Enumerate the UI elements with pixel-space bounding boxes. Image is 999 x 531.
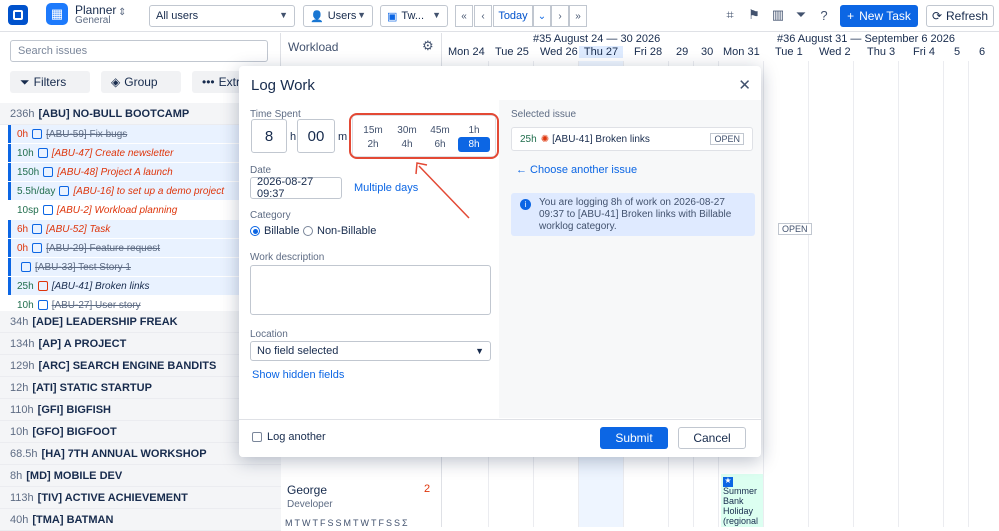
user-icon: 👤 xyxy=(310,10,324,23)
focus-icon[interactable]: ⌗ xyxy=(721,6,739,24)
filter-icon[interactable]: ⏷ xyxy=(792,6,810,24)
status-badge: OPEN xyxy=(778,223,812,235)
view-select[interactable]: ▣ Tw... ▼ xyxy=(380,5,448,27)
hours-unit: h xyxy=(290,131,297,143)
close-icon[interactable]: ✕ xyxy=(738,76,751,94)
minutes-input[interactable]: 00 xyxy=(297,119,335,153)
more-icon: ••• xyxy=(202,75,215,89)
day-header: 6 xyxy=(979,46,986,58)
info-message: i You are logging 8h of work on 2026-08-… xyxy=(511,193,755,236)
prev-icon[interactable]: ‹ xyxy=(474,5,492,27)
day-header: Fri 28 xyxy=(634,46,663,58)
sidebar-toggle-icon[interactable] xyxy=(8,5,28,25)
plus-icon: + xyxy=(847,9,855,23)
group-button[interactable]: ◈ Group xyxy=(101,71,181,93)
refresh-button[interactable]: ⟳ Refresh xyxy=(926,5,994,27)
choose-another-issue-link[interactable]: ← Choose another issue xyxy=(516,164,637,176)
selected-issue-label: Selected issue xyxy=(511,109,577,120)
submit-button[interactable]: Submit xyxy=(600,427,668,449)
status-badge: OPEN xyxy=(710,133,744,145)
show-hidden-fields-link[interactable]: Show hidden fields xyxy=(252,369,344,381)
day-header: Thu 27 xyxy=(579,46,623,58)
prev-period-icon[interactable]: « xyxy=(455,5,473,27)
holiday-card: ★ Summer Bank Holiday (regional xyxy=(721,474,763,527)
workload-title: Workload xyxy=(288,40,339,54)
bug-icon: ✺ xyxy=(540,133,550,145)
chevron-updown-icon[interactable]: ⇕ xyxy=(118,7,126,18)
work-description-textarea[interactable] xyxy=(250,265,491,315)
day-header: Tue 1 xyxy=(775,46,803,58)
location-label: Location xyxy=(250,329,288,340)
day-header: Tue 25 xyxy=(495,46,529,58)
day-header: Wed 26 xyxy=(540,46,578,58)
highlight-box xyxy=(349,113,499,159)
layers-icon: ◈ xyxy=(111,75,121,89)
day-header: Wed 2 xyxy=(819,46,851,58)
day-header: 30 xyxy=(701,46,714,58)
planner-logo-icon: ▦ xyxy=(46,3,68,25)
hours-input[interactable]: 8 xyxy=(251,119,287,153)
filter-icon: ⏷ xyxy=(20,74,30,89)
day-header: Fri 4 xyxy=(913,46,935,58)
cancel-button[interactable]: Cancel xyxy=(678,427,746,449)
project-group[interactable]: 113h [TIV] ACTIVE ACHIEVEMENT xyxy=(0,487,281,509)
annotation-arrow xyxy=(415,162,470,219)
day-header: 5 xyxy=(954,46,961,58)
users-select[interactable]: All users ▼ xyxy=(149,5,295,27)
work-description-label: Work description xyxy=(250,252,325,263)
new-task-button[interactable]: + New Task xyxy=(840,5,918,27)
day-header: Mon 31 xyxy=(723,46,760,58)
filters-button[interactable]: ⏷ Filters xyxy=(10,71,90,93)
today-chevron-icon[interactable]: ⌄ xyxy=(533,5,551,27)
location-select[interactable]: No field selected ▼ xyxy=(250,341,491,361)
users-button[interactable]: 👤 Users ▼ xyxy=(303,5,373,27)
gear-icon[interactable]: ⚙ xyxy=(422,38,434,54)
week-label: #36 August 31 — September 6 2026 xyxy=(777,33,955,45)
minutes-unit: m xyxy=(338,131,348,143)
app-subtitle: General xyxy=(75,15,111,26)
multiple-days-link[interactable]: Multiple days xyxy=(354,182,418,194)
dialog-title: Log Work xyxy=(251,77,315,94)
project-group[interactable]: 40h [TMA] BATMAN xyxy=(0,509,281,531)
refresh-icon: ⟳ xyxy=(931,9,943,23)
day-header: 29 xyxy=(676,46,689,58)
billable-radio[interactable]: Billable xyxy=(250,225,299,237)
week-label: #35 August 24 — 30 2026 xyxy=(533,33,661,45)
help-icon[interactable]: ? xyxy=(815,6,833,24)
chevron-down-icon: ▼ xyxy=(432,10,441,20)
non-billable-radio[interactable]: Non-Billable xyxy=(303,225,376,237)
next-period-icon[interactable]: » xyxy=(569,5,587,27)
info-icon: i xyxy=(520,199,531,210)
category-label: Category xyxy=(250,210,291,221)
date-input[interactable]: 2026-08-27 09:37 xyxy=(250,176,342,200)
chevron-down-icon: ▼ xyxy=(279,10,288,20)
day-header: Mon 24 xyxy=(448,46,485,58)
search-input[interactable]: Search issues xyxy=(10,40,268,62)
next-icon[interactable]: › xyxy=(551,5,569,27)
chevron-down-icon: ▼ xyxy=(475,346,484,356)
columns-icon[interactable]: ▥ xyxy=(769,6,787,24)
flag-icon[interactable]: ⚑ xyxy=(745,6,763,24)
top-toolbar: ▦ Planner General ⇕ All users ▼ 👤 Users ▼ ▣… xyxy=(0,0,999,32)
selected-issue-card: 25h ✺ [ABU-41] Broken links OPEN xyxy=(511,127,753,151)
day-header: Thu 3 xyxy=(867,46,896,58)
project-group[interactable]: 8h [MD] MOBILE DEV xyxy=(0,465,281,487)
today-button[interactable]: Today xyxy=(493,5,533,27)
calendar-icon: ▣ xyxy=(387,10,398,23)
person-name: George xyxy=(287,483,328,497)
person-count: 2 xyxy=(424,483,431,495)
person-role: Developer xyxy=(287,499,333,510)
date-label: Date xyxy=(250,165,272,176)
chevron-down-icon: ▼ xyxy=(357,10,366,20)
log-another-checkbox[interactable]: Log another xyxy=(252,431,326,443)
